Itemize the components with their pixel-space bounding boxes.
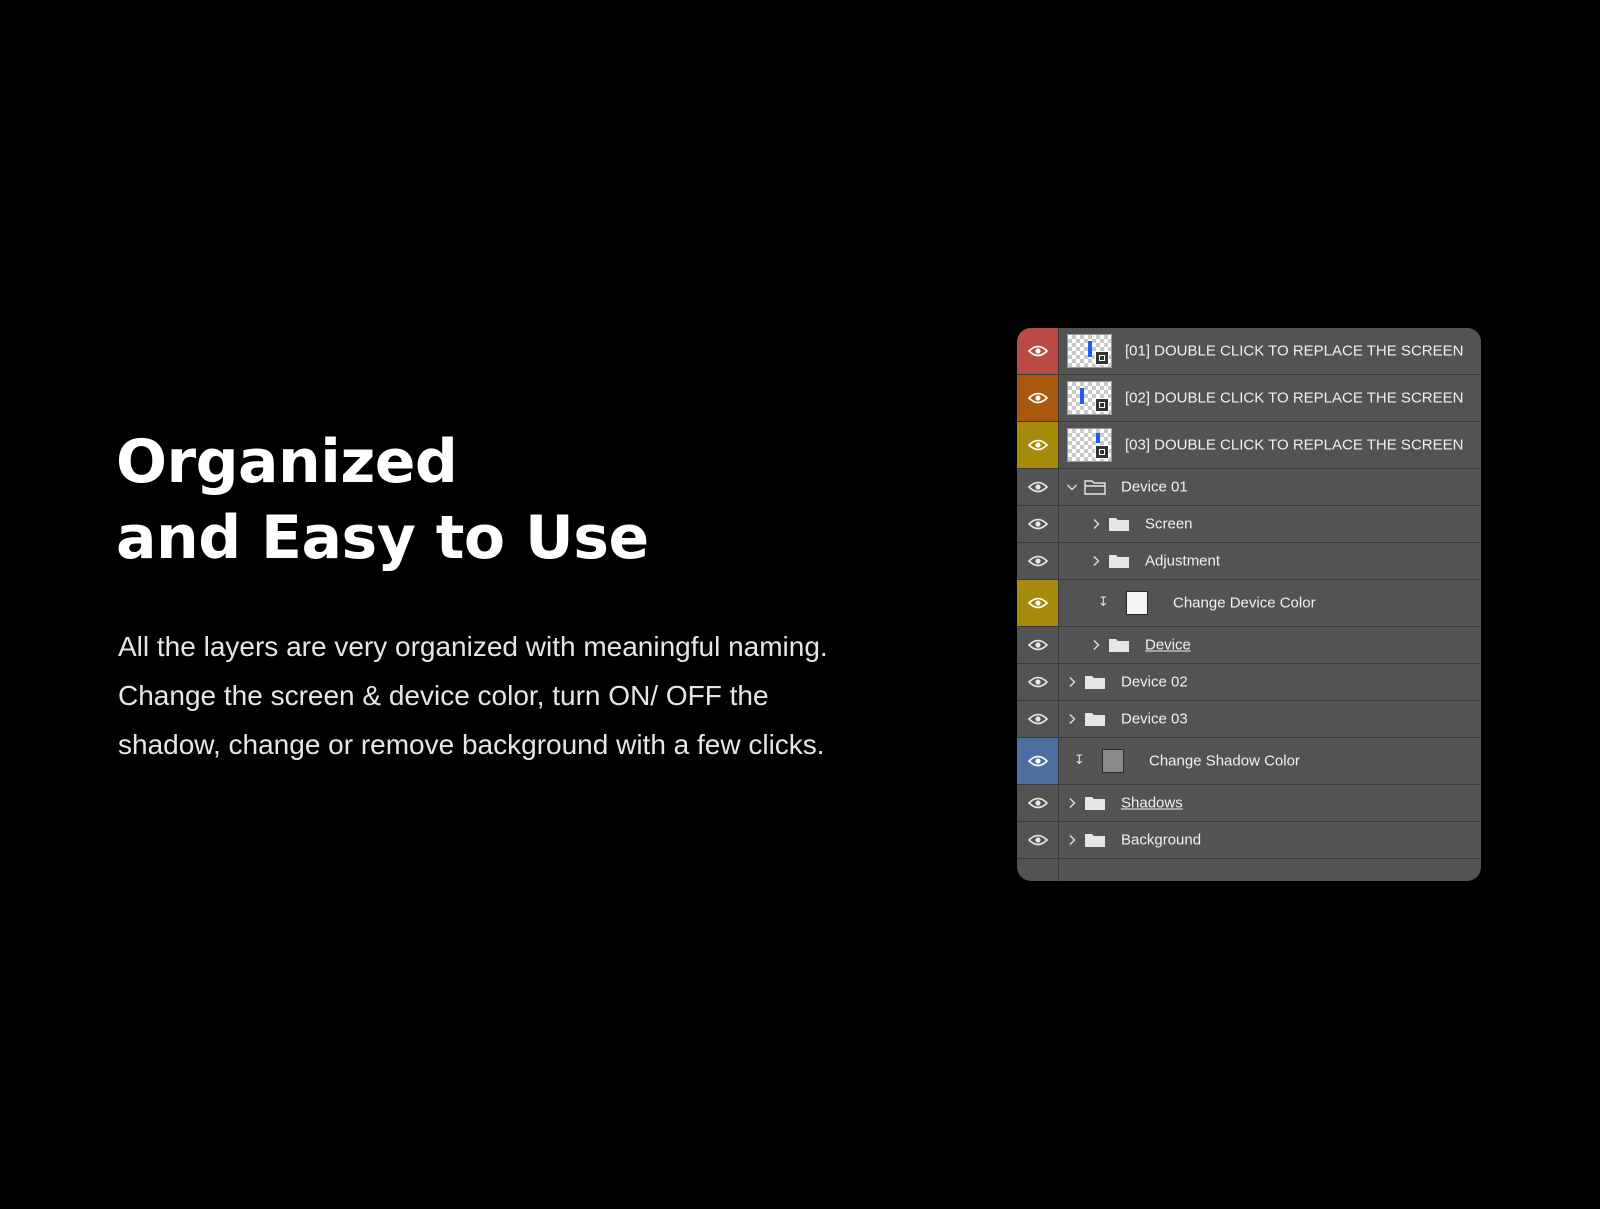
description: All the layers are very organized with m… (118, 622, 938, 769)
layer-name: Background (1121, 831, 1202, 849)
chevron-down-icon[interactable] (1066, 481, 1078, 493)
layer-name: Device 01 (1121, 478, 1188, 496)
layer-name: Change Device Color (1173, 594, 1316, 612)
visibility-toggle[interactable] (1017, 422, 1059, 468)
layer-row-screen-03[interactable]: [03] DOUBLE CLICK TO REPLACE THE SCREEN (1017, 422, 1481, 469)
visibility-toggle[interactable] (1017, 328, 1059, 374)
folder-icon (1108, 552, 1130, 570)
chevron-right-icon[interactable] (1090, 518, 1102, 530)
folder-open-icon (1084, 478, 1106, 496)
chevron-right-icon[interactable] (1090, 639, 1102, 651)
eye-icon (1027, 834, 1048, 846)
eye-icon (1027, 555, 1048, 567)
visibility-toggle[interactable] (1017, 469, 1059, 505)
color-fill-swatch[interactable] (1102, 749, 1124, 773)
clipping-mask-icon: ↧ (1074, 753, 1085, 768)
smart-object-thumbnail (1067, 334, 1112, 368)
layer-name: Device 03 (1121, 710, 1188, 728)
visibility-toggle[interactable] (1017, 664, 1059, 700)
chevron-right-icon[interactable] (1090, 555, 1102, 567)
eye-icon (1027, 345, 1048, 357)
folder-icon (1108, 515, 1130, 533)
smart-object-icon (1095, 445, 1109, 459)
smart-object-thumbnail (1067, 381, 1112, 415)
layer-row-device-03[interactable]: Device 03 (1017, 701, 1481, 738)
layer-name: Device (1145, 636, 1191, 654)
panel-footer-gutter (1017, 859, 1059, 881)
description-line-1: All the layers are very organized with m… (118, 631, 828, 662)
description-line-3: shadow, change or remove background with… (118, 729, 825, 760)
visibility-toggle[interactable] (1017, 738, 1059, 784)
description-line-2: Change the screen & device color, turn O… (118, 680, 769, 711)
chevron-right-icon[interactable] (1066, 834, 1078, 846)
folder-icon (1084, 673, 1106, 691)
headline: Organized and Easy to Use (116, 424, 649, 576)
smart-object-icon (1095, 351, 1109, 365)
layer-name: Change Shadow Color (1149, 752, 1300, 770)
layer-name: Device 02 (1121, 673, 1188, 691)
eye-icon (1027, 518, 1048, 530)
layer-row-background[interactable]: Background (1017, 822, 1481, 859)
smart-object-icon (1095, 398, 1109, 412)
visibility-toggle[interactable] (1017, 627, 1059, 663)
layer-row-screen-01[interactable]: [01] DOUBLE CLICK TO REPLACE THE SCREEN (1017, 328, 1481, 375)
eye-icon (1027, 439, 1048, 451)
layer-row-screen-02[interactable]: [02] DOUBLE CLICK TO REPLACE THE SCREEN (1017, 375, 1481, 422)
visibility-toggle[interactable] (1017, 506, 1059, 542)
eye-icon (1027, 481, 1048, 493)
layer-row-device-01[interactable]: Device 01 (1017, 469, 1481, 506)
layer-row-device[interactable]: Device (1017, 627, 1481, 664)
layer-name: [02] DOUBLE CLICK TO REPLACE THE SCREEN (1125, 389, 1464, 407)
visibility-toggle[interactable] (1017, 785, 1059, 821)
folder-icon (1084, 831, 1106, 849)
layer-row-adjustment[interactable]: Adjustment (1017, 543, 1481, 580)
headline-line-1: Organized (116, 427, 458, 497)
chevron-right-icon[interactable] (1066, 797, 1078, 809)
visibility-toggle[interactable] (1017, 375, 1059, 421)
eye-icon (1027, 713, 1048, 725)
visibility-toggle[interactable] (1017, 580, 1059, 626)
folder-icon (1084, 710, 1106, 728)
layers-panel: [01] DOUBLE CLICK TO REPLACE THE SCREEN … (1017, 328, 1481, 881)
layer-name: [01] DOUBLE CLICK TO REPLACE THE SCREEN (1125, 342, 1464, 360)
folder-icon (1084, 794, 1106, 812)
layer-row-shadows[interactable]: Shadows (1017, 785, 1481, 822)
color-fill-swatch[interactable] (1126, 591, 1148, 615)
eye-icon (1027, 797, 1048, 809)
visibility-toggle[interactable] (1017, 543, 1059, 579)
layer-name: Adjustment (1145, 552, 1221, 570)
visibility-toggle[interactable] (1017, 701, 1059, 737)
smart-object-thumbnail (1067, 428, 1112, 462)
layer-row-change-shadow-color[interactable]: ↧ Change Shadow Color (1017, 738, 1481, 785)
visibility-toggle[interactable] (1017, 822, 1059, 858)
layer-name: Screen (1145, 515, 1193, 533)
chevron-right-icon[interactable] (1066, 713, 1078, 725)
layer-row-screen-group[interactable]: Screen (1017, 506, 1481, 543)
layer-row-device-02[interactable]: Device 02 (1017, 664, 1481, 701)
eye-icon (1027, 392, 1048, 404)
eye-icon (1027, 597, 1048, 609)
layer-name: Shadows (1121, 794, 1183, 812)
eye-icon (1027, 755, 1048, 767)
layer-row-change-device-color[interactable]: ↧ Change Device Color (1017, 580, 1481, 627)
headline-line-2: and Easy to Use (116, 503, 649, 573)
layer-name: [03] DOUBLE CLICK TO REPLACE THE SCREEN (1125, 436, 1464, 454)
folder-icon (1108, 636, 1130, 654)
eye-icon (1027, 639, 1048, 651)
clipping-mask-icon: ↧ (1098, 595, 1109, 610)
eye-icon (1027, 676, 1048, 688)
chevron-right-icon[interactable] (1066, 676, 1078, 688)
